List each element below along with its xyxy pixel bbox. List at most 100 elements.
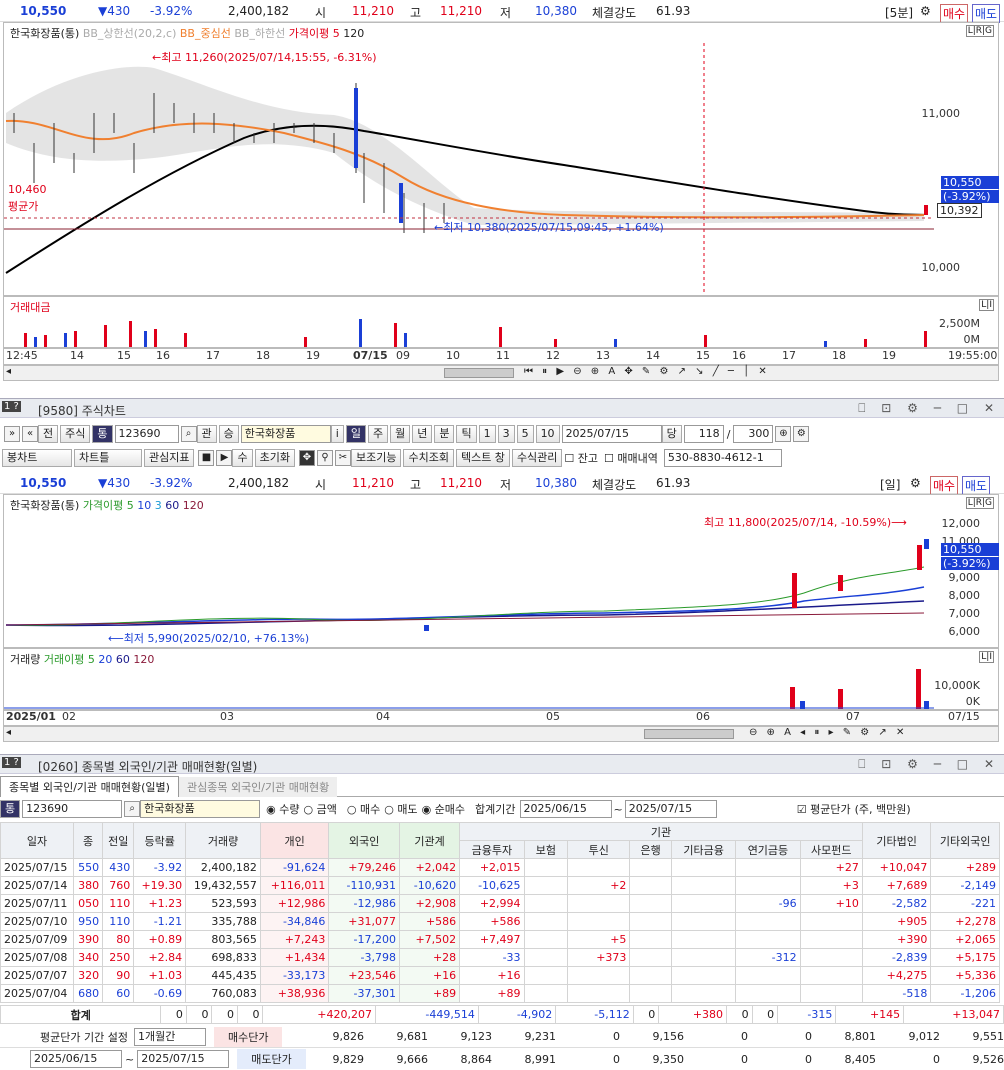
radio-amount[interactable]: ○ 금액 bbox=[303, 801, 336, 817]
radio-buy[interactable]: ○ 매수 bbox=[347, 801, 380, 817]
table-row[interactable]: 2025/07/09 390 80 +0.89 803,565 +7,243 -17,200… bbox=[0, 930, 1000, 949]
chart-nav-icons[interactable]: ⊖ ⊕ A ◂ ⏸ ▸ ✎ ⚙ ↗ ✕ bbox=[749, 727, 907, 738]
chart-frame-button[interactable]: 차트틀 bbox=[74, 449, 142, 467]
col-pef[interactable]: 사모펀드 bbox=[799, 840, 863, 859]
search-icon[interactable]: ⌕ bbox=[180, 426, 197, 442]
chart-nav-icons[interactable]: ⏮ ⏸ ▶ ⊖ ⊕ A ✥ ✎ ⚙ ↗ ↘ ╱ ─ │ ✕ bbox=[524, 366, 770, 377]
col-close[interactable]: 종 bbox=[73, 822, 104, 859]
formula-manage-button[interactable]: 수식관리 bbox=[511, 449, 563, 467]
col-other-fin[interactable]: 기타금융 bbox=[670, 840, 737, 859]
stop-icon[interactable]: ■ bbox=[198, 450, 215, 466]
date-to-input[interactable]: 2025/07/15 bbox=[624, 800, 717, 818]
daily-volume-chart[interactable]: 거래량 거래이평 5 20 60 120 L|I 10,000K 0K bbox=[3, 648, 999, 710]
gear-icon[interactable]: ⚙ bbox=[910, 476, 921, 490]
watch-button[interactable]: 관 bbox=[196, 425, 217, 443]
date-input[interactable]: 2025/07/15 bbox=[561, 425, 662, 443]
text-window-button[interactable]: 텍스트 창 bbox=[455, 449, 510, 467]
aux-button[interactable]: 보조기능 bbox=[350, 449, 402, 467]
table-row[interactable]: 2025/07/15 550 430 -3.92 2,400,182 -91,624 +79… bbox=[0, 858, 1000, 877]
table-row[interactable]: 2025/07/11 050 110 +1.23 523,593 +12,986 -12,9… bbox=[0, 894, 1000, 913]
table-row[interactable]: 2025/07/08 340 250 +2.84 698,833 +1,434 -3,798… bbox=[0, 948, 1000, 967]
tong-button[interactable]: 통 bbox=[0, 800, 21, 818]
interval-5[interactable]: 5 bbox=[516, 425, 534, 443]
play-icon[interactable]: ▶ bbox=[216, 450, 233, 466]
window-title-bar-chart[interactable]: 1 ? [9580] 주식차트 ⎕ ⊡ ⚙ ─ □ ✕ bbox=[0, 398, 1004, 418]
col-other-foreign[interactable]: 기타외국인 bbox=[930, 822, 1000, 859]
daily-scrollbar[interactable]: ◂ ⊖ ⊕ A ◂ ⏸ ▸ ✎ ⚙ ↗ ✕ bbox=[3, 726, 999, 742]
gear-icon[interactable]: ⚙ bbox=[920, 4, 931, 18]
formula-button[interactable]: 수 bbox=[232, 449, 253, 467]
col-trust[interactable]: 투신 bbox=[567, 840, 631, 859]
count-total-input[interactable]: 300 bbox=[733, 425, 774, 443]
tab-daily[interactable]: 종목별 외국인/기관 매매현황(일별) bbox=[0, 776, 179, 797]
table-row[interactable]: 2025/07/14 380 760 +19.30 19,432,557 +116,011… bbox=[0, 876, 1000, 895]
value-query-button[interactable]: 수치조회 bbox=[403, 449, 454, 467]
candle-chart-button[interactable]: 봉차트 bbox=[2, 449, 72, 467]
col-date[interactable]: 일자 bbox=[0, 822, 75, 859]
stock-code-input[interactable]: 123690 bbox=[114, 425, 179, 443]
help-icon[interactable]: 1 ? bbox=[2, 401, 21, 412]
col-inst-total[interactable]: 기관계 bbox=[398, 822, 461, 859]
table-row[interactable]: 2025/07/07 320 90 +1.03 445,435 -33,173 +23,54… bbox=[0, 966, 1000, 985]
window-control-icons[interactable]: ⎕ ⊡ ⚙ ─ □ ✕ bbox=[858, 757, 1000, 772]
col-insurance[interactable]: 보험 bbox=[523, 840, 569, 859]
lrg-button[interactable]: L|R|G bbox=[965, 497, 994, 509]
balance-checkbox[interactable]: ☐ 잔고 bbox=[564, 450, 598, 466]
count-input[interactable]: 118 bbox=[683, 425, 724, 443]
date-from-input[interactable]: 2025/06/15 bbox=[519, 800, 612, 818]
col-pension[interactable]: 연기금등 bbox=[735, 840, 801, 859]
reset-button[interactable]: 초기화 bbox=[254, 449, 295, 467]
period-month[interactable]: 월 bbox=[390, 425, 411, 443]
collapse-icon[interactable]: « bbox=[22, 426, 38, 442]
scroll-thumb[interactable] bbox=[644, 729, 734, 739]
period-day[interactable]: 일 bbox=[345, 425, 366, 443]
radio-quantity[interactable]: ◉ 수량 bbox=[266, 801, 299, 817]
radio-net-buy[interactable]: ◉ 순매수 bbox=[422, 801, 465, 817]
prev-button[interactable]: 전 bbox=[38, 425, 59, 443]
search-icon[interactable]: ⌕ bbox=[124, 801, 141, 817]
indicator-button[interactable]: 관심지표 bbox=[144, 449, 195, 467]
period-button[interactable]: [일] bbox=[880, 476, 900, 493]
stock-code-input[interactable]: 123690 bbox=[22, 800, 123, 818]
window-control-icons[interactable]: ⎕ ⊡ ⚙ ─ □ ✕ bbox=[858, 401, 1000, 416]
today-button[interactable]: 당 bbox=[661, 425, 682, 443]
buy-button[interactable]: 매수 bbox=[940, 4, 969, 23]
col-fin-inv[interactable]: 금융투자 bbox=[459, 840, 525, 859]
li-button[interactable]: L|I bbox=[979, 651, 994, 663]
period-button[interactable]: [5분] bbox=[885, 4, 913, 21]
intraday-volume-chart[interactable]: 거래대금 L|I 2,500M 0M bbox=[3, 296, 999, 348]
daily-price-chart[interactable]: 한국화장품(통) 가격이평 5 10 3 60 120 L|R|G 최고 11,… bbox=[3, 494, 999, 648]
avg-date-to[interactable]: 2025/07/15 bbox=[137, 1050, 230, 1068]
rank-button[interactable]: 승 bbox=[218, 425, 239, 443]
intraday-price-chart[interactable]: 한국화장품(통) BB_상한선(20,2,c) BB_중심선 BB_하한선 가격… bbox=[3, 22, 999, 296]
scroll-left-icon[interactable]: ◂ bbox=[6, 727, 11, 738]
tong-button[interactable]: 통 bbox=[92, 425, 113, 443]
lrg-button[interactable]: L|R|G bbox=[965, 25, 994, 37]
avg-period-select[interactable]: 1개월간 bbox=[133, 1027, 206, 1046]
interval-1[interactable]: 1 bbox=[478, 425, 496, 443]
scroll-thumb[interactable] bbox=[444, 368, 514, 378]
col-foreign[interactable]: 외국인 bbox=[328, 822, 400, 859]
avg-date-from[interactable]: 2025/06/15 bbox=[30, 1050, 122, 1068]
period-week[interactable]: 주 bbox=[367, 425, 389, 443]
trades-checkbox[interactable]: ☐ 매매내역 bbox=[604, 450, 658, 466]
scroll-left-icon[interactable]: ◂ bbox=[6, 366, 11, 377]
window-title-bar-investor[interactable]: 1 ? [0260] 종목별 외국인/기관 매매현황(일별) ⎕ ⊡ ⚙ ─ □… bbox=[0, 754, 1004, 774]
sell-button[interactable]: 매도 bbox=[972, 4, 1001, 23]
pin-icon[interactable]: ⚲ bbox=[316, 450, 333, 466]
avg-price-checkbox[interactable]: ☑ 평균단가 bbox=[797, 801, 851, 817]
interval-10[interactable]: 10 bbox=[535, 425, 560, 443]
settings-icon[interactable]: ⚙ bbox=[793, 426, 810, 442]
period-year[interactable]: 년 bbox=[412, 425, 433, 443]
expand-icon[interactable]: » bbox=[4, 426, 20, 442]
col-individual[interactable]: 개인 bbox=[259, 822, 330, 859]
radio-sell[interactable]: ○ 매도 bbox=[384, 801, 417, 817]
buy-button[interactable]: 매수 bbox=[930, 476, 959, 495]
table-row[interactable]: 2025/07/10 950 110 -1.21 335,788 -34,846 +31,0… bbox=[0, 912, 1000, 931]
help-icon[interactable]: 1 ? bbox=[2, 757, 21, 768]
stock-type-button[interactable]: 주식 bbox=[60, 425, 91, 443]
col-bank[interactable]: 은행 bbox=[629, 840, 672, 859]
top-scrollbar[interactable]: ◂ ⏮ ⏸ ▶ ⊖ ⊕ A ✥ ✎ ⚙ ↗ ↘ ╱ ─ │ ✕ bbox=[3, 365, 999, 381]
tab-watchlist[interactable]: 관심종목 외국인/기관 매매현황 bbox=[178, 776, 338, 797]
info-button[interactable]: i bbox=[330, 425, 344, 443]
